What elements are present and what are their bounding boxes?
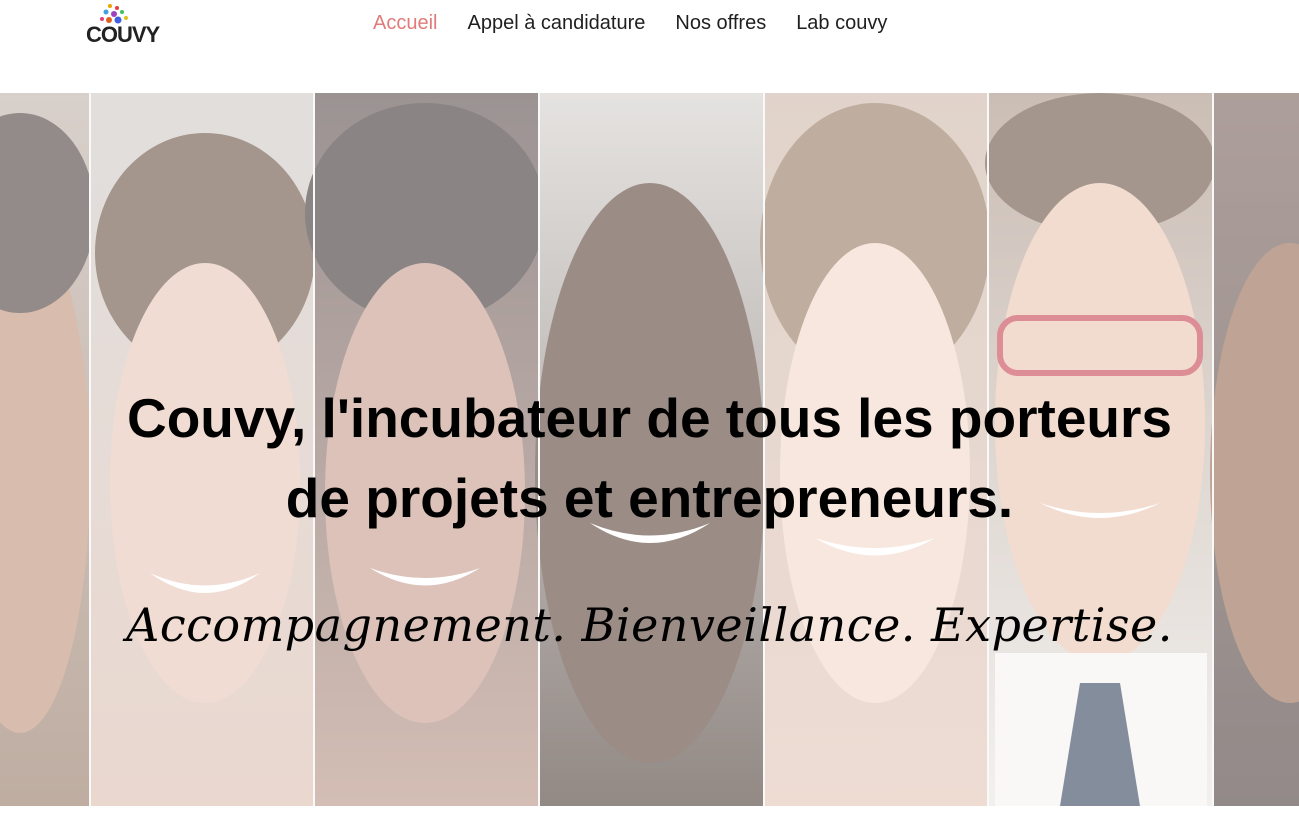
nav-item-nos-offres[interactable]: Nos offres — [675, 12, 766, 35]
couvy-logo[interactable]: COUVY — [84, 2, 174, 50]
hero-headline-line1: Couvy, l'incubateur de tous les porteurs — [126, 387, 1173, 449]
site-header: COUVY Accueil Appel à candidature Nos of… — [0, 0, 1299, 93]
main-nav: Accueil Appel à candidature Nos offres L… — [373, 12, 887, 35]
hero-banner: Couvy, l'incubateur de tous les porteurs… — [0, 93, 1299, 806]
hero-tagline: Accompagnement. Bienveillance. Expertise… — [126, 598, 1173, 652]
nav-item-accueil[interactable]: Accueil — [373, 12, 437, 35]
nav-item-lab-couvy[interactable]: Lab couvy — [796, 12, 887, 35]
logo-text: COUVY — [86, 22, 160, 47]
hero-headline-line2: de projets et entrepreneurs. — [285, 467, 1014, 529]
hero-headline: Couvy, l'incubateur de tous les porteurs… — [0, 378, 1299, 538]
nav-item-appel-a-candidature[interactable]: Appel à candidature — [467, 12, 645, 35]
